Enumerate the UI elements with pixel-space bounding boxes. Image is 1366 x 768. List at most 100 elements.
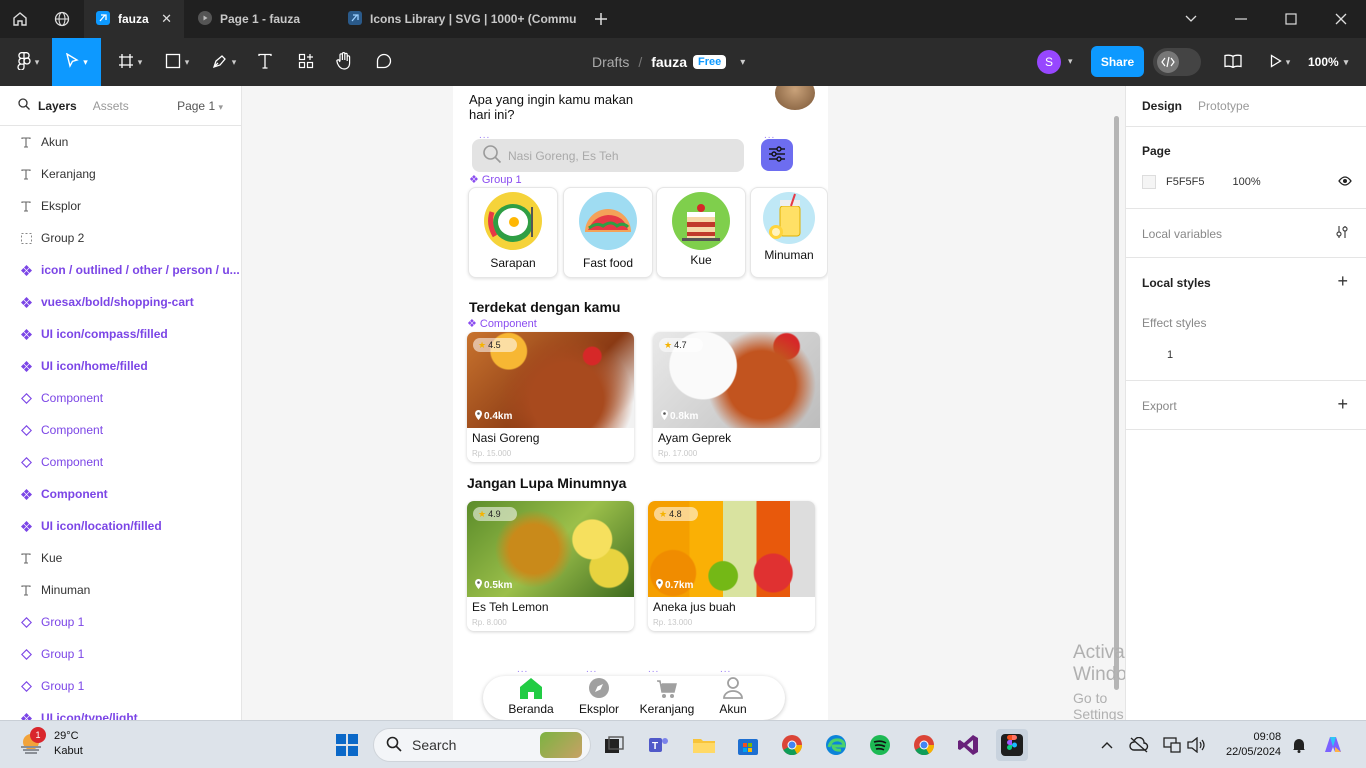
share-button[interactable]: Share bbox=[1091, 46, 1144, 77]
figma-app-icon[interactable] bbox=[996, 729, 1028, 761]
profile-photo[interactable] bbox=[775, 86, 815, 110]
search-input[interactable]: Nasi Goreng, Es Teh bbox=[472, 139, 744, 172]
drink-card[interactable]: ★ 4.8 0.7km Aneka jus buah Rp. 13.000 bbox=[648, 501, 815, 631]
effect-style-item[interactable]: 1 bbox=[1167, 349, 1173, 361]
task-view-icon[interactable] bbox=[598, 729, 630, 761]
plus-icon[interactable]: + bbox=[1337, 271, 1348, 292]
local-variables-label[interactable]: Local variables bbox=[1142, 227, 1222, 241]
layer-item[interactable]: Group 1 bbox=[0, 670, 241, 702]
nav-akun[interactable]: Akun bbox=[703, 676, 763, 716]
tab-assets[interactable]: Assets bbox=[93, 99, 129, 113]
layer-item[interactable]: Component bbox=[0, 382, 241, 414]
library-button[interactable] bbox=[1220, 38, 1246, 86]
chrome-profile-icon[interactable] bbox=[908, 729, 940, 761]
chevron-down-icon[interactable] bbox=[1166, 0, 1216, 38]
edge-icon[interactable] bbox=[820, 729, 852, 761]
minimize-icon[interactable] bbox=[1216, 0, 1266, 38]
maximize-icon[interactable] bbox=[1266, 0, 1316, 38]
hand-tool-button[interactable] bbox=[330, 38, 358, 86]
filter-button[interactable] bbox=[761, 139, 793, 171]
tab-prototype[interactable]: Prototype bbox=[1198, 99, 1249, 113]
page-opacity-value[interactable]: 100% bbox=[1233, 176, 1261, 188]
food-card[interactable]: ★ 4.7 0.8km Ayam Geprek Rp. 17.000 bbox=[653, 332, 820, 462]
notification-bell-icon[interactable] bbox=[1288, 729, 1310, 761]
tab-layers[interactable]: Layers bbox=[38, 99, 77, 113]
layer-item[interactable]: Group 1 bbox=[0, 638, 241, 670]
layer-item[interactable]: Kue bbox=[0, 542, 241, 574]
mobile-frame[interactable]: Apa yang ingin kamu makan hari ini? ... … bbox=[453, 86, 828, 720]
nav-eksplor[interactable]: Eksplor bbox=[569, 676, 629, 716]
microsoft-store-icon[interactable] bbox=[732, 729, 764, 761]
main-menu-button[interactable]: ▾ bbox=[8, 38, 48, 86]
volume-icon[interactable] bbox=[1182, 729, 1210, 761]
chrome-icon[interactable] bbox=[776, 729, 808, 761]
category-card-kue[interactable]: Kue bbox=[656, 187, 746, 278]
page-selector[interactable]: Page 1 ▾ bbox=[177, 99, 223, 113]
globe-icon[interactable] bbox=[42, 0, 82, 38]
color-swatch[interactable] bbox=[1142, 175, 1156, 189]
copilot-icon[interactable] bbox=[1318, 729, 1348, 761]
comment-tool-button[interactable] bbox=[370, 38, 398, 86]
windows-start-icon[interactable] bbox=[331, 729, 363, 761]
layer-item[interactable]: UI icon/home/filled bbox=[0, 350, 241, 382]
nav-beranda[interactable]: Beranda bbox=[501, 676, 561, 716]
canvas-scrollbar[interactable] bbox=[1114, 116, 1119, 690]
search-icon[interactable] bbox=[18, 98, 30, 113]
layer-item[interactable]: Group 1 bbox=[0, 606, 241, 638]
home-icon[interactable] bbox=[0, 0, 40, 38]
layer-item[interactable]: UI icon/compass/filled bbox=[0, 318, 241, 350]
drafts-link[interactable]: Drafts bbox=[592, 54, 629, 70]
tab-fauza[interactable]: fauza ✕ bbox=[84, 0, 184, 38]
present-button[interactable]: ▾ bbox=[1262, 38, 1298, 86]
file-explorer-icon[interactable] bbox=[688, 729, 720, 761]
layer-item[interactable]: vuesax/bold/shopping-cart bbox=[0, 286, 241, 318]
text-tool-button[interactable] bbox=[251, 38, 279, 86]
layer-item[interactable]: UI icon/location/filled bbox=[0, 510, 241, 542]
plus-icon[interactable]: + bbox=[1337, 394, 1348, 415]
layer-item[interactable]: Minuman bbox=[0, 574, 241, 606]
shape-tool-button[interactable]: ▾ bbox=[157, 38, 197, 86]
page-color-value[interactable]: F5F5F5 bbox=[1166, 176, 1205, 188]
teams-icon[interactable]: T bbox=[643, 729, 675, 761]
tab-page-1[interactable]: Page 1 - fauza bbox=[186, 0, 332, 38]
nav-keranjang[interactable]: Keranjang bbox=[637, 676, 697, 716]
layer-item[interactable]: Keranjang bbox=[0, 158, 241, 190]
cloud-offline-icon[interactable] bbox=[1124, 729, 1154, 761]
category-card-minuman[interactable]: Minuman bbox=[750, 187, 828, 278]
page-fill-row[interactable]: F5F5F5 100% bbox=[1142, 175, 1352, 189]
layer-item[interactable]: icon / outlined / other / person / u... bbox=[0, 254, 241, 286]
tab-icons-library[interactable]: Icons Library | SVG | 1000+ (Commu bbox=[336, 0, 576, 38]
category-card-fast-food[interactable]: Fast food bbox=[563, 187, 653, 278]
user-avatar[interactable]: S bbox=[1037, 50, 1061, 74]
visual-studio-icon[interactable] bbox=[952, 729, 984, 761]
category-card-sarapan[interactable]: Sarapan bbox=[468, 187, 558, 278]
spotify-icon[interactable] bbox=[864, 729, 896, 761]
resources-tool-button[interactable] bbox=[292, 38, 320, 86]
weather-widget[interactable]: 1 29°C Kabut bbox=[18, 726, 83, 759]
chevron-down-icon[interactable]: ▾ bbox=[1068, 56, 1073, 67]
layer-item[interactable]: Component bbox=[0, 478, 241, 510]
chevron-down-icon[interactable]: ▾ bbox=[740, 57, 745, 68]
pen-tool-button[interactable]: ▾ bbox=[204, 38, 244, 86]
new-tab-icon[interactable] bbox=[581, 0, 621, 38]
layer-item[interactable]: Component bbox=[0, 414, 241, 446]
frame-tool-button[interactable]: ▾ bbox=[110, 38, 150, 86]
eye-icon[interactable] bbox=[1338, 175, 1352, 189]
drink-card[interactable]: ★ 4.9 0.5km Es Teh Lemon Rp. 8.000 bbox=[467, 501, 634, 631]
tab-design[interactable]: Design bbox=[1142, 99, 1182, 113]
layer-item[interactable]: Component bbox=[0, 446, 241, 478]
food-card[interactable]: ★ 4.5 0.4km Nasi Goreng Rp. 15.000 bbox=[467, 332, 634, 462]
zoom-control[interactable]: 100% ▾ bbox=[1308, 38, 1348, 86]
close-icon[interactable]: ✕ bbox=[161, 11, 172, 27]
layer-item[interactable]: Akun bbox=[0, 126, 241, 158]
taskbar-search[interactable]: Search bbox=[373, 728, 591, 762]
close-window-icon[interactable] bbox=[1316, 0, 1366, 38]
variables-icon[interactable] bbox=[1336, 225, 1348, 242]
canvas[interactable]: Apa yang ingin kamu makan hari ini? ... … bbox=[242, 86, 1125, 720]
layer-item[interactable]: Group 2 bbox=[0, 222, 241, 254]
system-clock[interactable]: 09:08 22/05/2024 bbox=[1226, 730, 1281, 760]
move-tool-button[interactable]: ▾ bbox=[52, 38, 101, 86]
dev-mode-toggle[interactable] bbox=[1153, 48, 1201, 76]
chevron-up-icon[interactable] bbox=[1092, 729, 1122, 761]
layer-item[interactable]: Eksplor bbox=[0, 190, 241, 222]
